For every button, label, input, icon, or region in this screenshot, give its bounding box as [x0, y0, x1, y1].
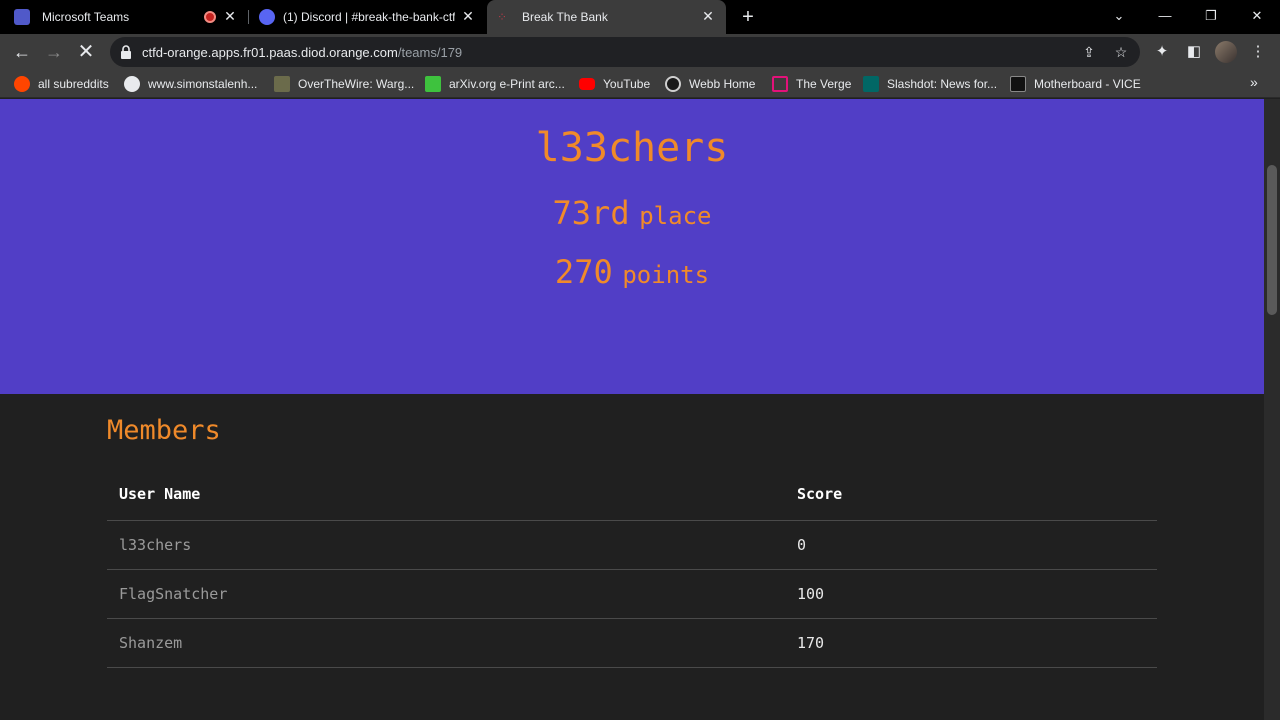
back-icon[interactable]: ← — [10, 40, 34, 64]
url-host: ctfd-orange.apps.fr01.paas.diod.orange.c… — [142, 45, 398, 60]
team-banner: l33chers 73rd place 270 points — [0, 99, 1264, 394]
team-name: l33chers — [535, 125, 729, 171]
close-icon[interactable]: ✕ — [460, 8, 476, 24]
ctf-icon: ⁘ — [497, 10, 508, 24]
share-icon[interactable]: ⇪ — [1080, 43, 1098, 61]
member-name-link[interactable]: Shanzem — [119, 634, 182, 652]
reddit-icon — [14, 76, 30, 92]
bookmark-webb-home[interactable]: Webb Home — [665, 75, 755, 93]
teams-icon — [14, 9, 30, 25]
member-score: 170 — [797, 634, 825, 652]
bookmark-simonstalenhag[interactable]: www.simonstalenh... — [124, 75, 257, 93]
bookmark-label: all subreddits — [38, 77, 109, 91]
verge-icon — [772, 76, 788, 92]
points-number: 270 — [554, 253, 613, 291]
restore-icon[interactable]: ❐ — [1188, 0, 1234, 32]
bookmark-label: The Verge — [796, 77, 852, 91]
team-place: 73rd place — [0, 194, 1264, 232]
url-text: ctfd-orange.apps.fr01.paas.diod.orange.c… — [142, 45, 462, 60]
bookmark-star-icon[interactable]: ☆ — [1112, 43, 1130, 61]
bookmark-label: OverTheWire: Warg... — [298, 77, 415, 91]
team-points: 270 points — [0, 253, 1264, 291]
bookmark-slashdot[interactable]: Slashdot: News for... — [863, 75, 997, 93]
bookmark-label: Webb Home — [689, 77, 756, 91]
recording-icon — [204, 11, 216, 23]
slashdot-icon — [863, 76, 879, 92]
arxiv-icon — [425, 76, 441, 92]
close-icon[interactable]: ✕ — [222, 8, 238, 24]
more-bookmarks-icon[interactable]: » — [1250, 74, 1258, 90]
table-row: FlagSnatcher 100 — [107, 570, 1157, 619]
tab-search-icon[interactable]: ⌄ — [1096, 0, 1142, 32]
youtube-icon — [579, 78, 595, 90]
discord-icon — [259, 9, 275, 25]
browser-toolbar: ← → ✕ ctfd-orange.apps.fr01.paas.diod.or… — [0, 34, 1280, 70]
members-heading: Members — [107, 415, 221, 446]
bookmark-label: www.simonstalenh... — [148, 77, 258, 91]
bookmark-all-subreddits[interactable]: all subreddits — [14, 75, 109, 93]
menu-kebab-icon[interactable]: ⋮ — [1248, 42, 1268, 62]
tab-title: Microsoft Teams — [42, 10, 130, 24]
tab-title: Break The Bank — [522, 10, 608, 24]
lock-icon — [121, 45, 131, 59]
tab-strip: Microsoft Teams ✕ (1) Discord | #break-t… — [0, 0, 1280, 34]
overthewire-icon — [274, 76, 290, 92]
points-label: points — [622, 261, 710, 289]
column-header-user-name: User Name — [119, 485, 201, 503]
bookmark-label: Motherboard - VICE — [1034, 77, 1141, 91]
page-scrollbar[interactable] — [1264, 99, 1280, 720]
stop-loading-icon[interactable]: ✕ — [74, 40, 98, 64]
bookmark-label: arXiv.org e-Print arc... — [449, 77, 565, 91]
tab-break-the-bank[interactable]: ⁘ Break The Bank ✕ — [487, 0, 726, 34]
page-viewport: l33chers 73rd place 270 points Members U… — [0, 99, 1264, 720]
member-score: 0 — [797, 536, 807, 554]
member-name-link[interactable]: l33chers — [119, 536, 191, 554]
bookmark-the-verge[interactable]: The Verge — [772, 75, 851, 93]
tab-microsoft-teams[interactable]: Microsoft Teams ✕ — [0, 0, 248, 34]
place-label: place — [639, 202, 712, 230]
bookmark-arxiv[interactable]: arXiv.org e-Print arc... — [425, 75, 565, 93]
webb-icon — [665, 76, 681, 92]
new-tab-icon[interactable]: + — [738, 7, 758, 27]
bookmarks-bar: all subreddits www.simonstalenh... OverT… — [0, 70, 1280, 98]
url-path: /teams/179 — [397, 45, 463, 60]
side-panel-icon[interactable]: ◧ — [1184, 42, 1204, 62]
window-close-icon[interactable]: ✕ — [1234, 0, 1280, 32]
bookmark-youtube[interactable]: YouTube — [579, 75, 650, 93]
bookmark-label: Slashdot: News for... — [887, 77, 998, 91]
place-number: 73rd — [552, 194, 630, 232]
tab-discord[interactable]: (1) Discord | #break-the-bank-ctf ✕ — [249, 0, 486, 34]
address-bar[interactable]: ctfd-orange.apps.fr01.paas.diod.orange.c… — [110, 37, 1140, 67]
table-row: l33chers 0 — [107, 521, 1157, 570]
member-name-link[interactable]: FlagSnatcher — [119, 585, 227, 603]
forward-icon[interactable]: → — [42, 40, 66, 64]
tab-title: (1) Discord | #break-the-bank-ctf — [283, 10, 455, 24]
extensions-icon[interactable]: ✦ — [1152, 42, 1172, 62]
scrollbar-thumb[interactable] — [1267, 165, 1277, 315]
table-row: Shanzem 170 — [107, 619, 1157, 668]
bookmark-motherboard[interactable]: Motherboard - VICE — [1010, 75, 1141, 93]
column-header-score: Score — [797, 485, 843, 503]
profile-avatar[interactable] — [1215, 41, 1237, 63]
minimize-icon[interactable]: — — [1142, 0, 1188, 32]
globe-icon — [124, 76, 140, 92]
close-icon[interactable]: ✕ — [700, 8, 716, 24]
vice-icon — [1010, 76, 1026, 92]
member-score: 100 — [797, 585, 825, 603]
bookmark-overthewire[interactable]: OverTheWire: Warg... — [274, 75, 414, 93]
bookmark-label: YouTube — [603, 77, 651, 91]
